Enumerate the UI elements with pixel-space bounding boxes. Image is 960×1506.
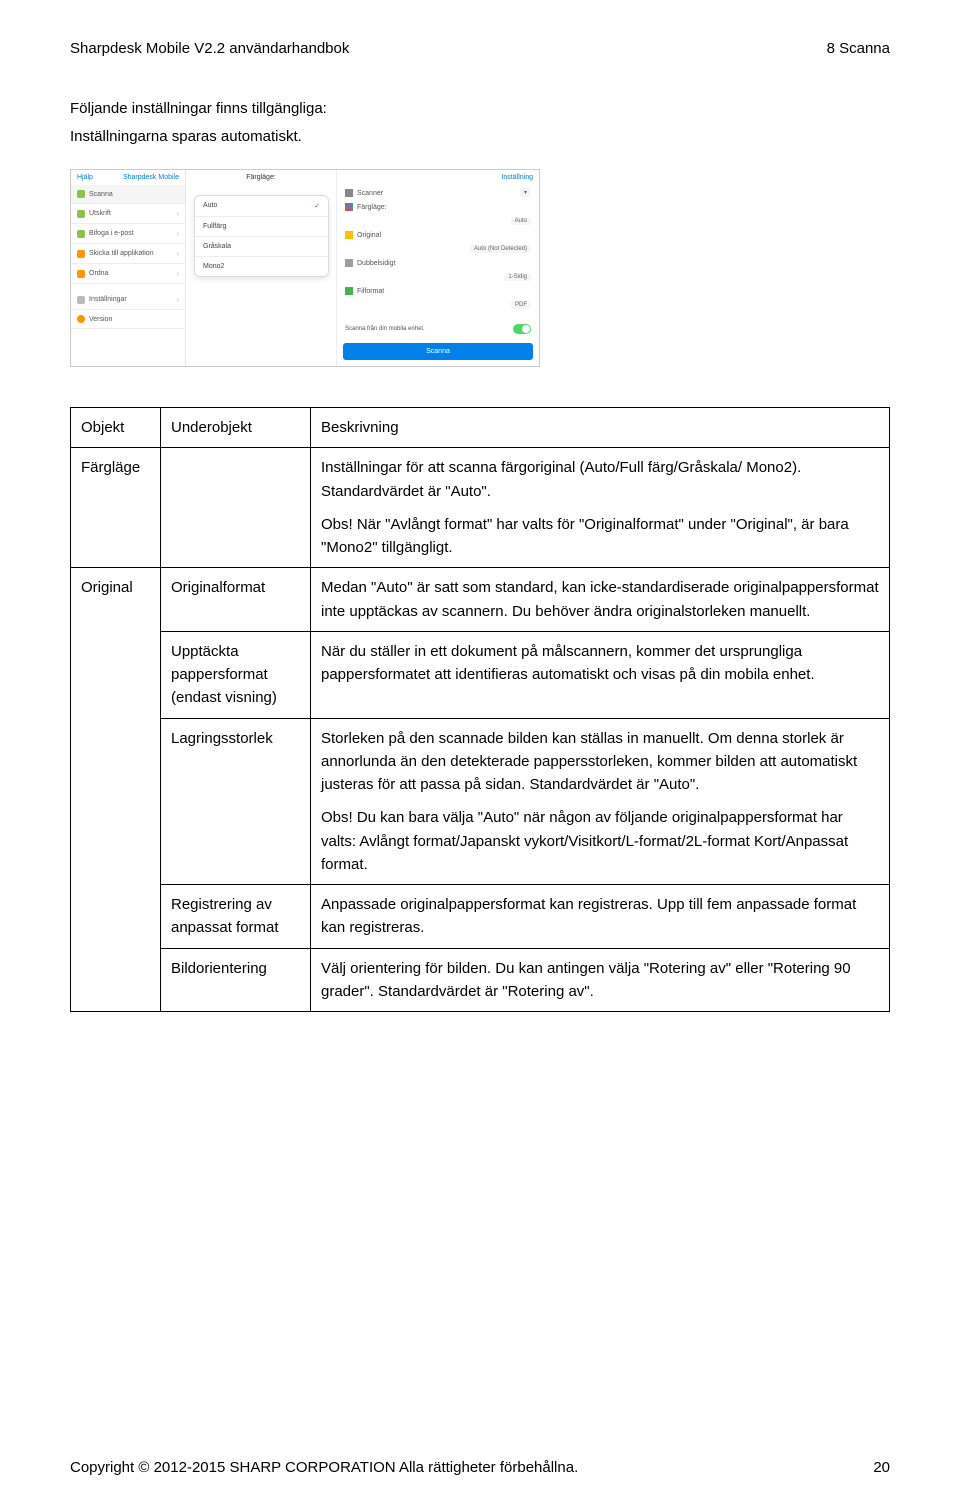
footer-page-number: 20 [873,1459,890,1476]
footer-copyright: Copyright © 2012-2015 SHARP CORPORATION … [70,1459,578,1476]
table-row: Upptäckta pappersformat (endast visning)… [71,631,890,718]
cell-originalformat-sub: Originalformat [161,568,311,632]
original-icon [345,231,353,239]
table-row: Registrering av anpassat format Anpassad… [71,885,890,949]
intro-text: Följande inställningar finns tillgänglig… [70,97,890,149]
ss-sidebar: Hjälp Sharpdesk Mobile Scanna Utskrift ›… [71,170,186,366]
right-row-dubbel[interactable]: Dubbelsidigt [337,256,539,270]
app-screenshot: Hjälp Sharpdesk Mobile Scanna Utskrift ›… [70,169,890,367]
cell-farglage-obj: Färgläge [71,448,161,568]
ss-app-title: Sharpdesk Mobile [123,174,179,181]
popup-option-fullfarg[interactable]: Fullfärg [195,217,328,237]
ss-middle-title: Färgläge: [186,170,336,185]
table-row: Original Originalformat Medan "Auto" är … [71,568,890,632]
cell-originalformat-desc: Medan "Auto" är satt som standard, kan i… [311,568,890,632]
table-row: Lagringsstorlek Storleken på den scannad… [71,718,890,885]
cell-bildorientering-sub: Bildorientering [161,948,311,1012]
print-icon [77,210,85,218]
th-objekt: Objekt [71,408,161,448]
scanner-dropdown[interactable]: ▾ [520,188,531,197]
ss-right-panel: Inställning Scanner ▾ Färgläge: Auto Ori… [336,170,539,366]
page-footer: Copyright © 2012-2015 SHARP CORPORATION … [70,1459,890,1476]
scan-button[interactable]: Scanna [343,343,533,360]
cell-lagring-sub: Lagringsstorlek [161,718,311,885]
th-beskrivning: Beskrivning [311,408,890,448]
settings-link[interactable]: Inställning [501,174,533,181]
chevron-right-icon: › [176,209,179,218]
cell-farglage-desc: Inställningar för att scanna färgorigina… [311,448,890,568]
sidebar-item-bifoga[interactable]: Bifoga i e-post › [71,224,185,244]
right-row-farglage[interactable]: Färgläge: [337,200,539,214]
sidebar-item-installningar[interactable]: Inställningar › [71,290,185,310]
duplex-icon [345,259,353,267]
chevron-right-icon: › [176,295,179,304]
header-left: Sharpdesk Mobile V2.2 användarhandbok [70,40,349,57]
table-row: Färgläge Inställningar för att scanna fä… [71,448,890,568]
send-icon [77,250,85,258]
cell-lagring-desc: Storleken på den scannade bilden kan stä… [311,718,890,885]
cell-upptackta-desc: När du ställer in ett dokument på målsca… [311,631,890,718]
sidebar-item-utskrift[interactable]: Utskrift › [71,204,185,224]
organize-icon [77,270,85,278]
sidebar-item-scanna[interactable]: Scanna [71,185,185,204]
right-row-filformat[interactable]: Filformat [337,284,539,298]
dubbel-value[interactable]: 1-Sidig [504,273,531,281]
table-header-row: Objekt Underobjekt Beskrivning [71,408,890,448]
cell-original-obj: Original [71,568,161,1012]
sidebar-item-skicka[interactable]: Skicka till applikation › [71,244,185,264]
filformat-value[interactable]: PDF [511,301,531,309]
scan-from-mobile-toggle[interactable] [513,324,531,334]
popup-option-graskala[interactable]: Gråskala [195,237,328,257]
fileformat-icon [345,287,353,295]
settings-table: Objekt Underobjekt Beskrivning Färgläge … [70,407,890,1012]
ss-help-link[interactable]: Hjälp [77,174,93,181]
cell-farglage-sub [161,448,311,568]
popup-option-mono2[interactable]: Mono2 [195,257,328,276]
chevron-right-icon: › [176,269,179,278]
farglage-value[interactable]: Auto [511,217,531,225]
ss-middle: Färgläge: Auto ✓ Fullfärg Gråskala Mono2 [186,170,336,366]
original-value[interactable]: Auto (Not Detected) [470,245,531,253]
sidebar-item-ordna[interactable]: Ordna › [71,264,185,284]
table-row: Bildorientering Välj orientering för bil… [71,948,890,1012]
color-mode-popup: Auto ✓ Fullfärg Gråskala Mono2 [194,195,329,277]
chevron-right-icon: › [176,249,179,258]
intro-line2: Inställningarna sparas automatiskt. [70,125,890,149]
chevron-right-icon: › [176,229,179,238]
settings-icon [77,296,85,304]
sidebar-item-version[interactable]: Version [71,310,185,329]
cell-bildorientering-desc: Välj orientering för bilden. Du kan anti… [311,948,890,1012]
popup-option-auto[interactable]: Auto ✓ [195,196,328,217]
page-header: Sharpdesk Mobile V2.2 användarhandbok 8 … [70,40,890,57]
mail-icon [77,230,85,238]
scanner-icon [345,189,353,197]
color-icon [345,203,353,211]
checkmark-icon: ✓ [314,202,320,210]
header-right: 8 Scanna [827,40,890,57]
cell-registrering-sub: Registrering av anpassat format [161,885,311,949]
th-underobjekt: Underobjekt [161,408,311,448]
right-row-scanner[interactable]: Scanner ▾ [337,185,539,200]
info-icon [77,315,85,323]
cell-registrering-desc: Anpassade originalpappersformat kan regi… [311,885,890,949]
cell-upptackta-sub: Upptäckta pappersformat (endast visning) [161,631,311,718]
intro-line1: Följande inställningar finns tillgänglig… [70,97,890,121]
scan-icon [77,190,85,198]
right-row-original[interactable]: Original [337,228,539,242]
right-row-scanfrom: Scanna från din mobila enhet. [337,321,539,337]
